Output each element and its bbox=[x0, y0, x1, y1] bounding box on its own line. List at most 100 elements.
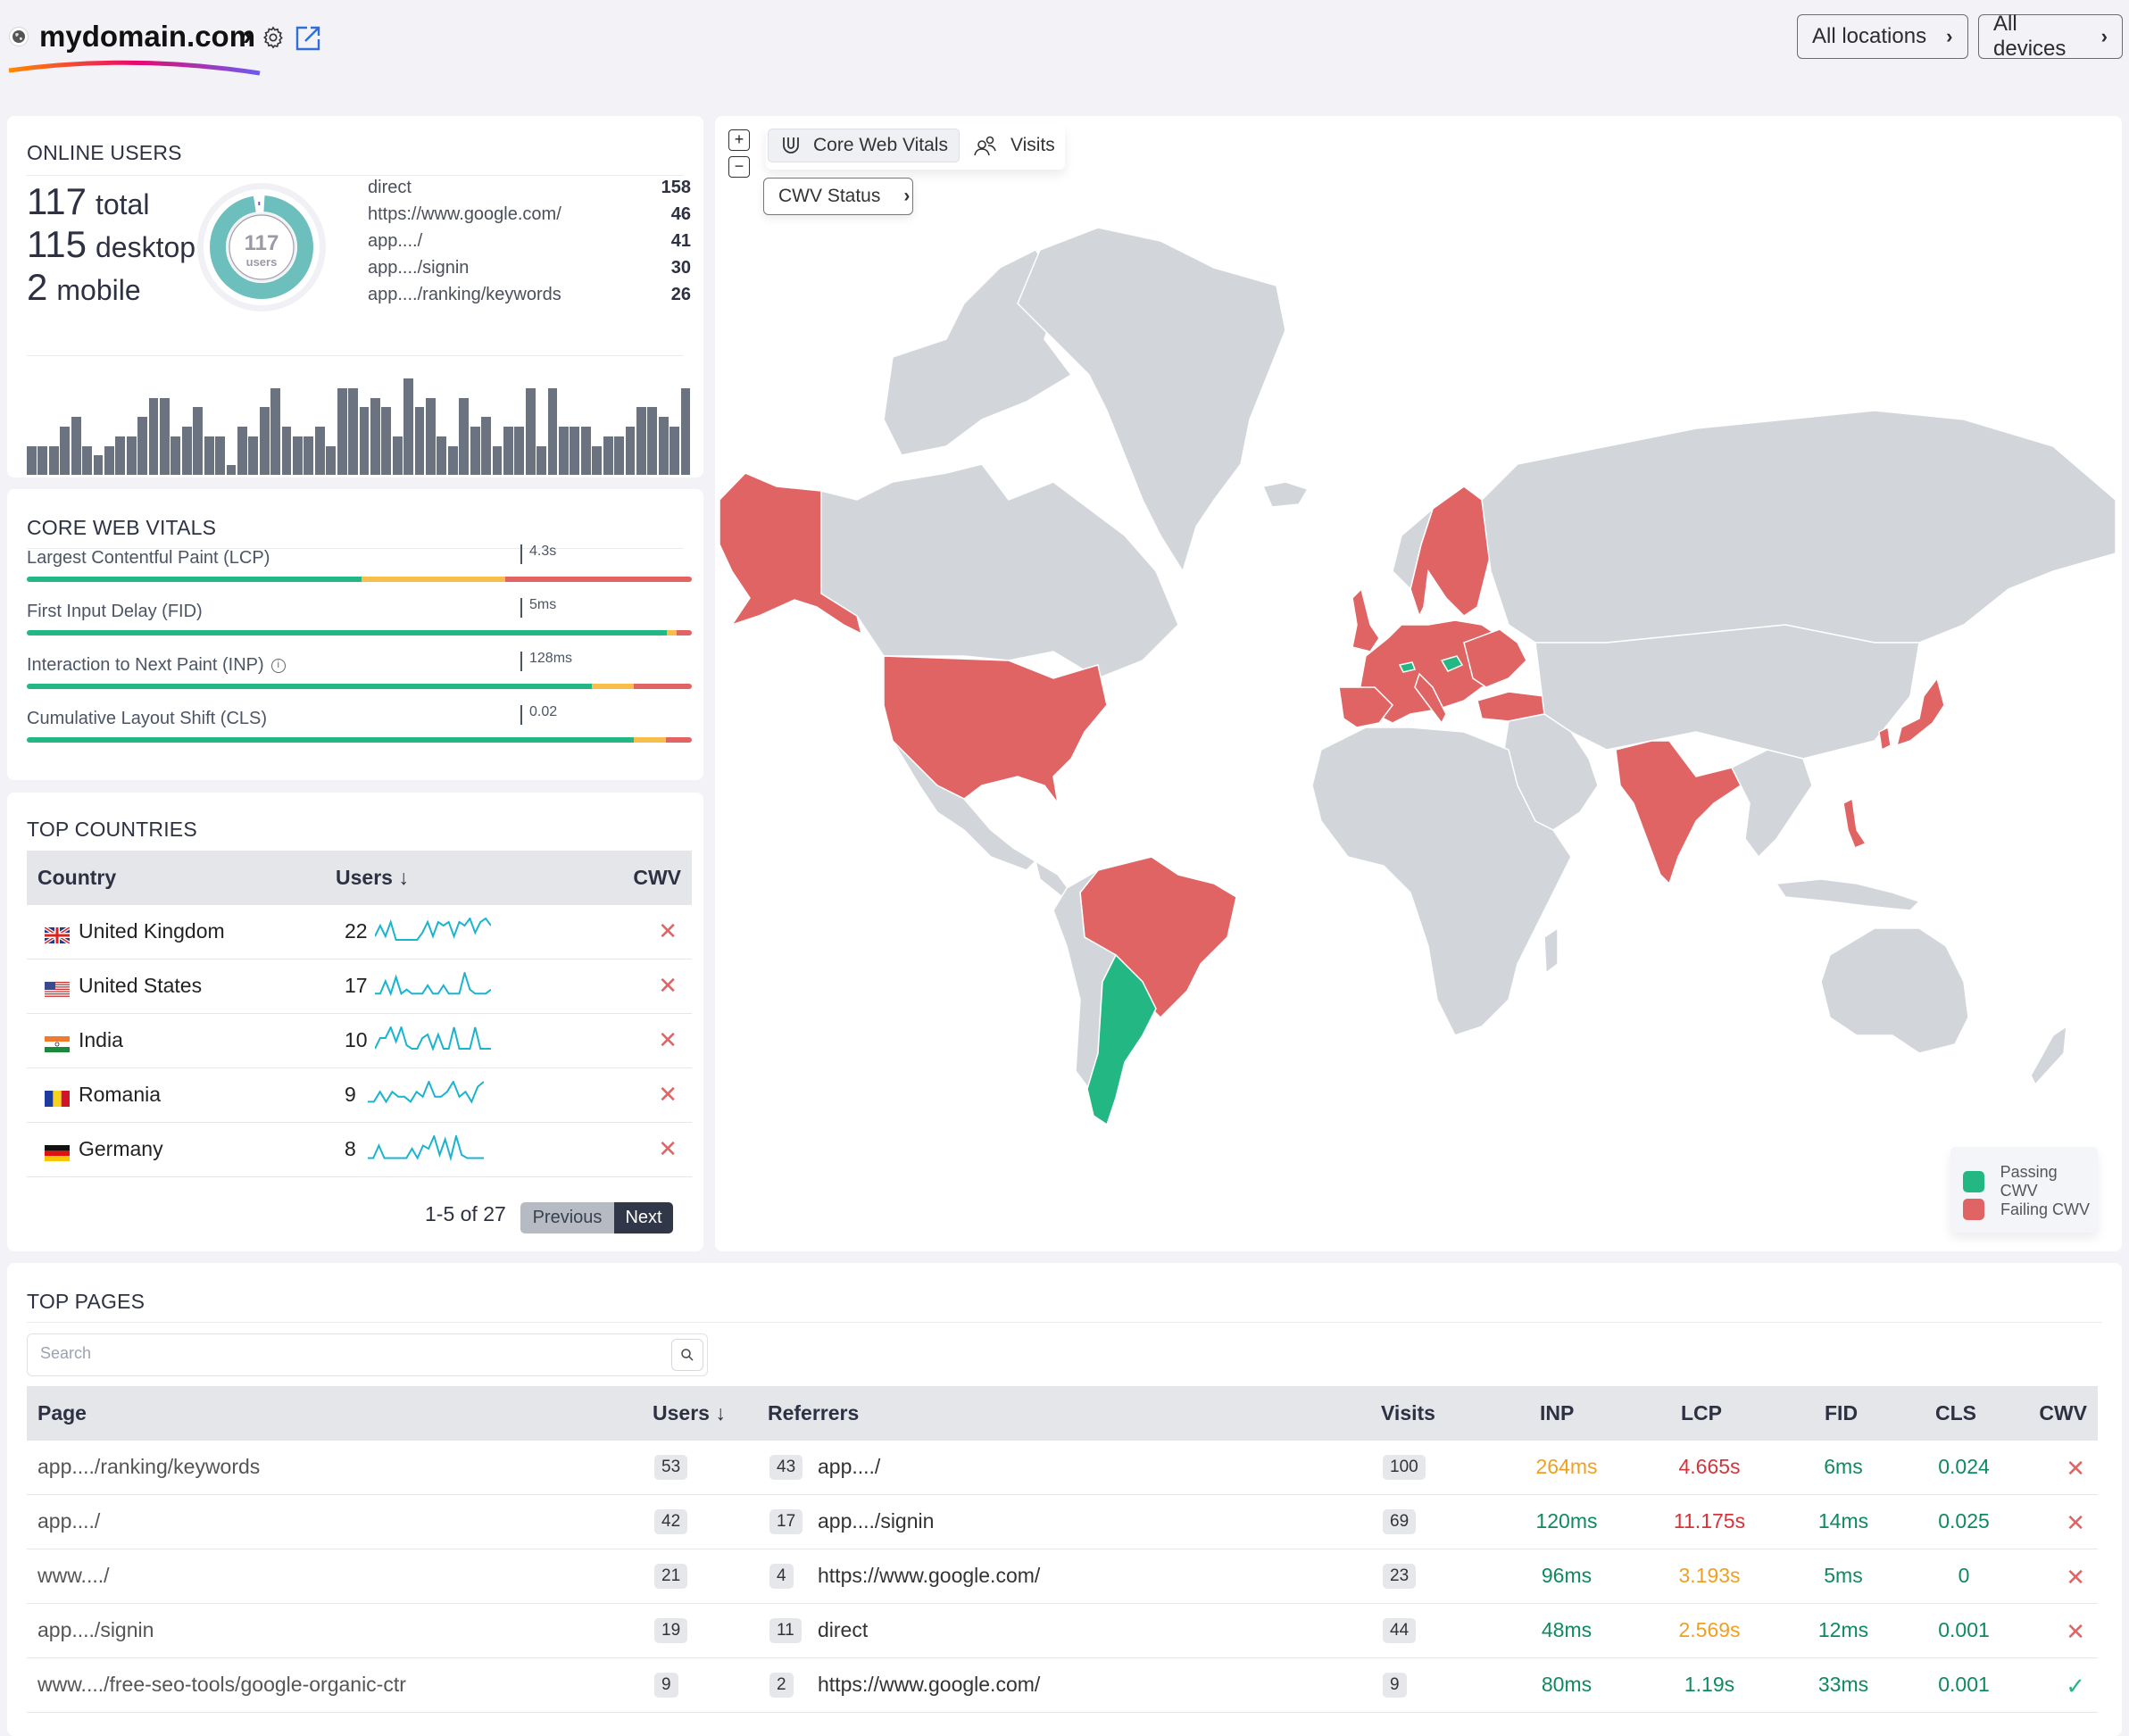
map-legend: Passing CWV Failing CWV bbox=[1950, 1147, 2098, 1233]
country-madagascar[interactable] bbox=[1543, 926, 1559, 975]
country-row[interactable]: United States 17 ✕ bbox=[27, 959, 692, 1014]
page-users-badge: 19 bbox=[654, 1618, 688, 1643]
referrer-count-badge: 11 bbox=[769, 1618, 802, 1643]
activity-bar bbox=[170, 436, 181, 475]
page-header: mydomain.com › All locations › All devic… bbox=[0, 0, 2129, 98]
cwv-metric: Cumulative Layout Shift (CLS) 0.02 bbox=[27, 705, 692, 762]
page-path[interactable]: www..../free-seo-tools/google-organic-ct… bbox=[37, 1673, 406, 1697]
page-row[interactable]: www..../free-seo-tools/google-organic-ct… bbox=[27, 1658, 2098, 1713]
page-column-header[interactable]: Page bbox=[37, 1401, 87, 1425]
country-users: 8 bbox=[345, 1137, 356, 1160]
country-asia-central[interactable] bbox=[1534, 624, 1920, 760]
cross-icon: ✕ bbox=[658, 1135, 678, 1162]
referrer-item: app..../signin 30 bbox=[368, 258, 691, 285]
country-iceland[interactable] bbox=[1261, 481, 1310, 508]
cls-column-header[interactable]: CLS bbox=[1935, 1401, 1976, 1425]
country-uk[interactable] bbox=[1351, 587, 1380, 652]
cwv-metric-label: Largest Contentful Paint (LCP) bbox=[27, 548, 270, 568]
page-path[interactable]: app..../ bbox=[37, 1509, 100, 1533]
top-countries-card: TOP COUNTRIES Country Users ↓ CWV United… bbox=[7, 793, 703, 1251]
activity-bar bbox=[326, 445, 337, 475]
page-row[interactable]: app..../ 42 17 app..../signin 69 120ms 1… bbox=[27, 1495, 2098, 1549]
info-icon[interactable]: i bbox=[270, 658, 286, 673]
referrer-item: direct 158 bbox=[368, 178, 691, 204]
country-row[interactable]: India 10 ✕ bbox=[27, 1014, 692, 1068]
country-indonesia[interactable] bbox=[1775, 878, 1921, 911]
page-path[interactable]: www..../ bbox=[37, 1564, 110, 1588]
page-row[interactable]: www..../ 21 4 https://www.google.com/ 23… bbox=[27, 1549, 2098, 1604]
fid-column-header[interactable]: FID bbox=[1825, 1401, 1858, 1425]
page-path[interactable]: app..../ranking/keywords bbox=[37, 1455, 260, 1479]
activity-bar bbox=[514, 427, 525, 475]
country-users: 17 bbox=[345, 974, 368, 997]
cross-icon: ✕ bbox=[2066, 1564, 2085, 1591]
previous-button[interactable]: Previous bbox=[520, 1202, 614, 1233]
country-row[interactable]: Romania 9 ✕ bbox=[27, 1068, 692, 1123]
all-devices-button[interactable]: All devices › bbox=[1978, 12, 2123, 61]
search-button[interactable] bbox=[671, 1339, 703, 1371]
users-column-header[interactable]: Users ↓ bbox=[653, 1401, 726, 1425]
cwv-status-label: CWV Status bbox=[778, 186, 881, 206]
poor-segment bbox=[634, 684, 692, 689]
cwv-column-header[interactable]: CWV bbox=[2039, 1401, 2087, 1425]
search-input[interactable] bbox=[38, 1343, 645, 1364]
cwv-distribution-bar bbox=[27, 737, 692, 743]
country-scandinavia[interactable] bbox=[1410, 486, 1492, 618]
cwv-column-header[interactable]: CWV bbox=[633, 866, 681, 890]
world-map[interactable] bbox=[715, 116, 2122, 1251]
activity-bar bbox=[614, 436, 624, 475]
country-name: United States bbox=[79, 974, 203, 997]
cross-icon: ✕ bbox=[658, 918, 678, 944]
users-column-header[interactable]: Users ↓ bbox=[336, 866, 409, 890]
map-view-tabs: Core Web Vitals Visits bbox=[766, 125, 1065, 170]
cwv-metric: First Input Delay (FID) 5ms bbox=[27, 598, 692, 655]
site-title[interactable]: mydomain.com bbox=[39, 20, 255, 54]
core-web-vitals-card: CORE WEB VITALS Largest Contentful Paint… bbox=[7, 489, 703, 780]
country-column-header[interactable]: Country bbox=[37, 866, 116, 890]
country-pakistan-india[interactable] bbox=[1615, 740, 1742, 885]
country-se-asia[interactable] bbox=[1730, 749, 1813, 859]
country-canada[interactable] bbox=[820, 463, 1179, 679]
gear-icon[interactable] bbox=[261, 25, 286, 54]
visits-badge: 9 bbox=[1383, 1673, 1407, 1698]
next-button[interactable]: Next bbox=[614, 1202, 673, 1233]
mobile-label: mobile bbox=[56, 274, 141, 306]
country-korea[interactable] bbox=[1878, 726, 1892, 752]
visits-column-header[interactable]: Visits bbox=[1381, 1401, 1435, 1425]
tab-visits[interactable]: Visits bbox=[973, 129, 1055, 162]
inp-column-header[interactable]: INP bbox=[1540, 1401, 1574, 1425]
country-name: India bbox=[79, 1028, 123, 1051]
referrer-count-badge: 2 bbox=[769, 1673, 794, 1698]
cwv-metric-value: 4.3s bbox=[520, 544, 556, 564]
country-new-zealand[interactable] bbox=[2030, 1025, 2067, 1086]
zoom-in-button[interactable]: + bbox=[728, 129, 750, 151]
cwv-metric-name: Largest Contentful Paint (LCP) bbox=[27, 548, 270, 569]
country-russia[interactable] bbox=[1481, 410, 2117, 644]
zoom-out-button[interactable]: − bbox=[728, 156, 750, 178]
country-users: 10 bbox=[345, 1028, 368, 1051]
referrer-count: 30 bbox=[670, 258, 691, 278]
activity-bar bbox=[580, 427, 591, 475]
activity-bar bbox=[470, 427, 480, 475]
page-row[interactable]: app..../ranking/keywords 53 43 app..../ … bbox=[27, 1441, 2098, 1495]
country-row[interactable]: United Kingdom 22 ✕ bbox=[27, 905, 692, 959]
activity-bar bbox=[115, 436, 126, 475]
country-philippines[interactable] bbox=[1842, 797, 1867, 849]
lcp-column-header[interactable]: LCP bbox=[1681, 1401, 1722, 1425]
referrers-column-header[interactable]: Referrers bbox=[768, 1401, 859, 1425]
country-australia[interactable] bbox=[1820, 927, 1969, 1054]
page-row[interactable]: app..../signin 19 11 direct 44 48ms 2.56… bbox=[27, 1604, 2098, 1658]
cwv-status-dropdown[interactable]: CWV Status › bbox=[763, 178, 913, 215]
referrer-item: https://www.google.com/46 bbox=[368, 204, 691, 231]
all-locations-button[interactable]: All locations › bbox=[1797, 14, 1968, 59]
chevron-right-icon[interactable]: › bbox=[243, 21, 252, 52]
page-path[interactable]: app..../signin bbox=[37, 1618, 154, 1642]
all-devices-label: All devices bbox=[1993, 12, 2067, 61]
pages-table-header: Page Users ↓ Referrers Visits INP LCP FI… bbox=[27, 1386, 2098, 1441]
legend-passing: Passing CWV bbox=[1963, 1163, 2098, 1200]
cwv-metric: Largest Contentful Paint (LCP) 4.3s bbox=[27, 544, 692, 602]
external-link-icon[interactable] bbox=[295, 25, 321, 56]
tab-core-web-vitals[interactable]: Core Web Vitals bbox=[768, 129, 960, 162]
cwv-metric-value: 5ms bbox=[520, 598, 556, 618]
country-row[interactable]: Germany 8 ✕ bbox=[27, 1123, 692, 1177]
